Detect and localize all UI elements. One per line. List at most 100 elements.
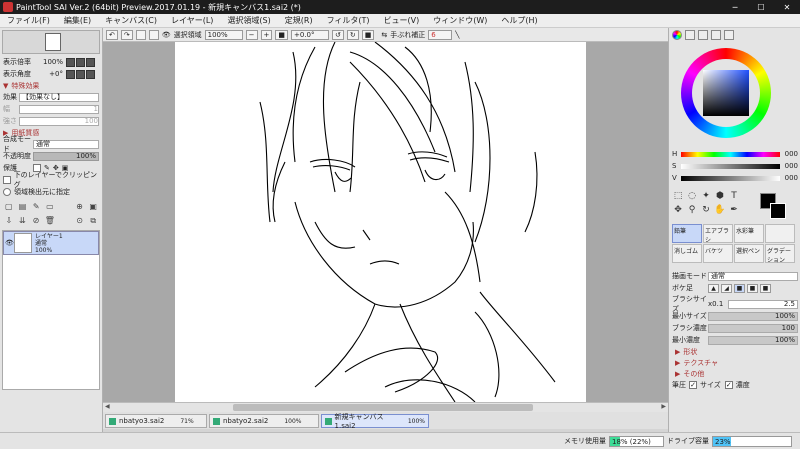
menu-edit[interactable]: 編集(E): [57, 15, 98, 26]
select-source-radio[interactable]: [3, 188, 11, 196]
swatches-tab[interactable]: [711, 30, 721, 40]
pressure-size-checkbox[interactable]: ✓: [689, 381, 697, 389]
menu-selection[interactable]: 選択領域(S): [220, 15, 277, 26]
edge-shape-1[interactable]: ▲: [708, 283, 719, 293]
color-wheel-tab[interactable]: [672, 30, 682, 40]
brush-watercolor[interactable]: 水彩筆: [734, 224, 764, 243]
fill-select-icon[interactable]: ⬢: [714, 190, 726, 202]
canvas-area[interactable]: [103, 42, 668, 402]
straight-line-icon[interactable]: ╲: [455, 31, 459, 39]
clear-layer-icon[interactable]: ⊘: [31, 216, 41, 226]
layer-mask-icon[interactable]: ⊙: [75, 216, 85, 226]
edge-shape-3[interactable]: ■: [734, 283, 745, 293]
eyedropper-icon[interactable]: ✒: [728, 204, 740, 216]
brush-density-slider[interactable]: 100: [708, 323, 798, 333]
hand-icon[interactable]: ✋: [714, 204, 726, 216]
tab-new-canvas[interactable]: 新規キャンバス1.sai2 100%: [321, 413, 429, 430]
hue-slider[interactable]: [681, 151, 780, 157]
menu-filter[interactable]: フィルタ(T): [320, 15, 377, 26]
saturation-slider[interactable]: [681, 163, 780, 169]
color-wheel[interactable]: [681, 48, 771, 138]
draw-mode-select[interactable]: 通常: [708, 271, 798, 281]
stabilizer-select[interactable]: 6: [428, 29, 453, 40]
min-density-slider[interactable]: 100%: [708, 335, 798, 345]
close-button[interactable]: ✕: [774, 3, 800, 12]
merge-down-icon[interactable]: ⇊: [18, 216, 28, 226]
rotate-ccw-icon[interactable]: ↺: [332, 29, 344, 40]
value-slider[interactable]: [681, 175, 780, 181]
lasso-icon[interactable]: ◌: [686, 190, 698, 202]
zoom-select[interactable]: 100%: [204, 29, 243, 40]
navigator[interactable]: [2, 30, 100, 54]
minimize-button[interactable]: ─: [722, 3, 748, 12]
color-swatches[interactable]: [760, 193, 786, 219]
maximize-button[interactable]: ☐: [748, 3, 774, 12]
brush-empty[interactable]: [765, 224, 795, 243]
menu-canvas[interactable]: キャンバス(C): [98, 15, 164, 26]
zoom-tool-icon[interactable]: ⚲: [686, 204, 698, 216]
menu-layer[interactable]: レイヤー(L): [164, 15, 220, 26]
show-selection-icon[interactable]: 👁: [162, 31, 171, 39]
rotate-reset-toolbar-icon[interactable]: ■: [361, 29, 375, 40]
rect-select-icon[interactable]: ⬚: [672, 190, 684, 202]
magic-wand-icon[interactable]: ✦: [700, 190, 712, 202]
flip-icon[interactable]: ⇆: [381, 31, 387, 39]
rotate-reset-icon[interactable]: [86, 69, 95, 79]
scroll-right-icon[interactable]: ▶: [661, 403, 666, 410]
deselect-icon[interactable]: [135, 29, 146, 40]
layer-item[interactable]: 👁 レイヤー1 通常 100%: [3, 231, 99, 255]
menu-file[interactable]: ファイル(F): [0, 15, 57, 26]
blend-mode-select[interactable]: 通常: [33, 139, 99, 149]
hsv-slider-tab[interactable]: [698, 30, 708, 40]
brush-size-slider[interactable]: 2.5: [728, 299, 798, 309]
new-set-icon[interactable]: ▤: [18, 202, 28, 212]
angle-select[interactable]: +0.0°: [291, 29, 330, 40]
text-icon[interactable]: T: [728, 190, 740, 202]
scroll-thumb[interactable]: [233, 404, 533, 411]
effect-select[interactable]: 【効果なし】: [19, 92, 99, 102]
zoom-value[interactable]: 100%: [33, 58, 63, 66]
clipping-checkbox[interactable]: [3, 176, 11, 184]
new-vector-icon[interactable]: ✎: [31, 202, 41, 212]
pressure-density-checkbox[interactable]: ✓: [724, 381, 733, 389]
brush-airbrush[interactable]: エアブラシ: [703, 224, 733, 244]
menu-view[interactable]: ビュー(V): [377, 15, 427, 26]
rotate-tool-icon[interactable]: ↻: [700, 204, 712, 216]
zoom-minus-icon[interactable]: −: [245, 29, 258, 40]
mask-icon[interactable]: ⊕: [75, 202, 85, 212]
saturation-value-square[interactable]: [703, 70, 749, 116]
edge-shape-5[interactable]: ■: [760, 283, 771, 293]
brush-select-pen[interactable]: 選択ペン: [734, 244, 764, 263]
min-size-slider[interactable]: 100%: [708, 311, 798, 321]
angle-value[interactable]: +0°: [33, 70, 63, 78]
brush-eraser[interactable]: 消しゴム: [672, 244, 702, 263]
shape-section[interactable]: ▶ 形状: [672, 346, 798, 357]
zoom-fit-icon[interactable]: ■: [275, 29, 289, 40]
brush-size-multiplier[interactable]: x0.1: [708, 300, 728, 308]
redo-icon[interactable]: ↷: [120, 29, 133, 40]
effects-section-header[interactable]: ▼ 特殊効果: [0, 80, 102, 91]
rgb-slider-tab[interactable]: [685, 30, 695, 40]
zoom-plus-icon[interactable]: +: [260, 29, 273, 40]
width-field[interactable]: 1: [19, 104, 99, 114]
undo-icon[interactable]: ↶: [106, 29, 118, 40]
scratchpad-tab[interactable]: [724, 30, 734, 40]
brush-pencil[interactable]: 鉛筆: [672, 224, 702, 243]
merge-visible-icon[interactable]: ⧉: [88, 216, 98, 226]
background-color[interactable]: [770, 203, 786, 219]
other-section[interactable]: ▶ その他: [672, 368, 798, 379]
tab-nbatyo3[interactable]: nbatyo3.sai2 71%: [105, 414, 207, 428]
menu-window[interactable]: ウィンドウ(W): [426, 15, 494, 26]
delete-layer-icon[interactable]: 🗑: [45, 216, 55, 226]
zoom-out-icon[interactable]: [66, 57, 75, 67]
brush-bucket[interactable]: バケツ: [703, 244, 733, 263]
zoom-reset-icon[interactable]: [86, 57, 95, 67]
visibility-eye-icon[interactable]: 👁: [5, 239, 14, 247]
edge-shape-2[interactable]: ◢: [721, 283, 732, 293]
scroll-left-icon[interactable]: ◀: [105, 403, 110, 410]
texture-section[interactable]: ▶ テクスチャ: [672, 357, 798, 368]
menu-help[interactable]: ヘルプ(H): [494, 15, 544, 26]
zoom-in-icon[interactable]: [76, 57, 85, 67]
rotate-left-icon[interactable]: [66, 69, 75, 79]
new-layer-icon[interactable]: ▢: [4, 202, 14, 212]
